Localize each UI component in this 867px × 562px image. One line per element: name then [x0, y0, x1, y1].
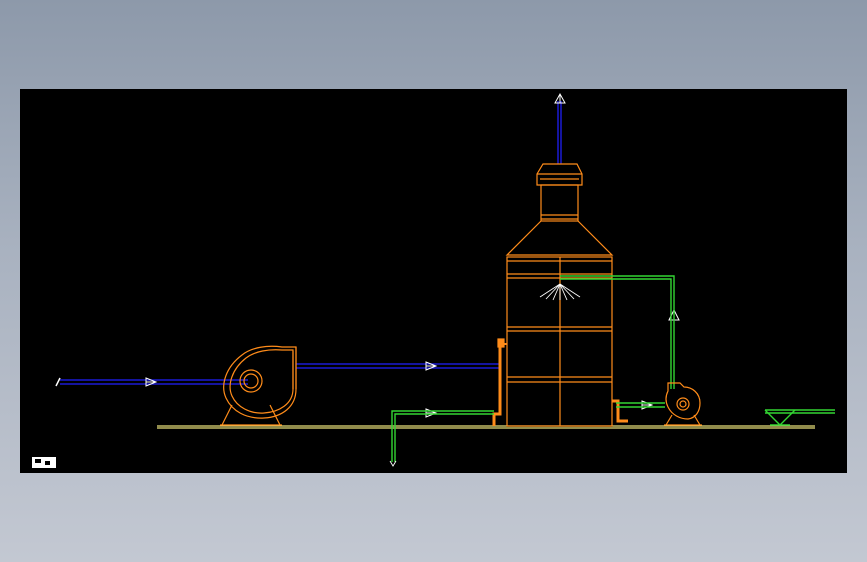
exhaust-duct — [557, 101, 562, 164]
inlet-fan — [220, 345, 297, 426]
scrubber-tower — [492, 163, 628, 427]
water-piping — [391, 275, 835, 462]
drain-symbol — [389, 460, 397, 467]
water-tank — [764, 409, 796, 426]
ground-line — [157, 425, 815, 429]
circulation-pump — [664, 382, 702, 426]
cad-viewport[interactable] — [20, 89, 847, 473]
process-diagram — [32, 92, 835, 468]
ucs-icon — [32, 457, 56, 468]
main-air-duct — [296, 363, 500, 369]
